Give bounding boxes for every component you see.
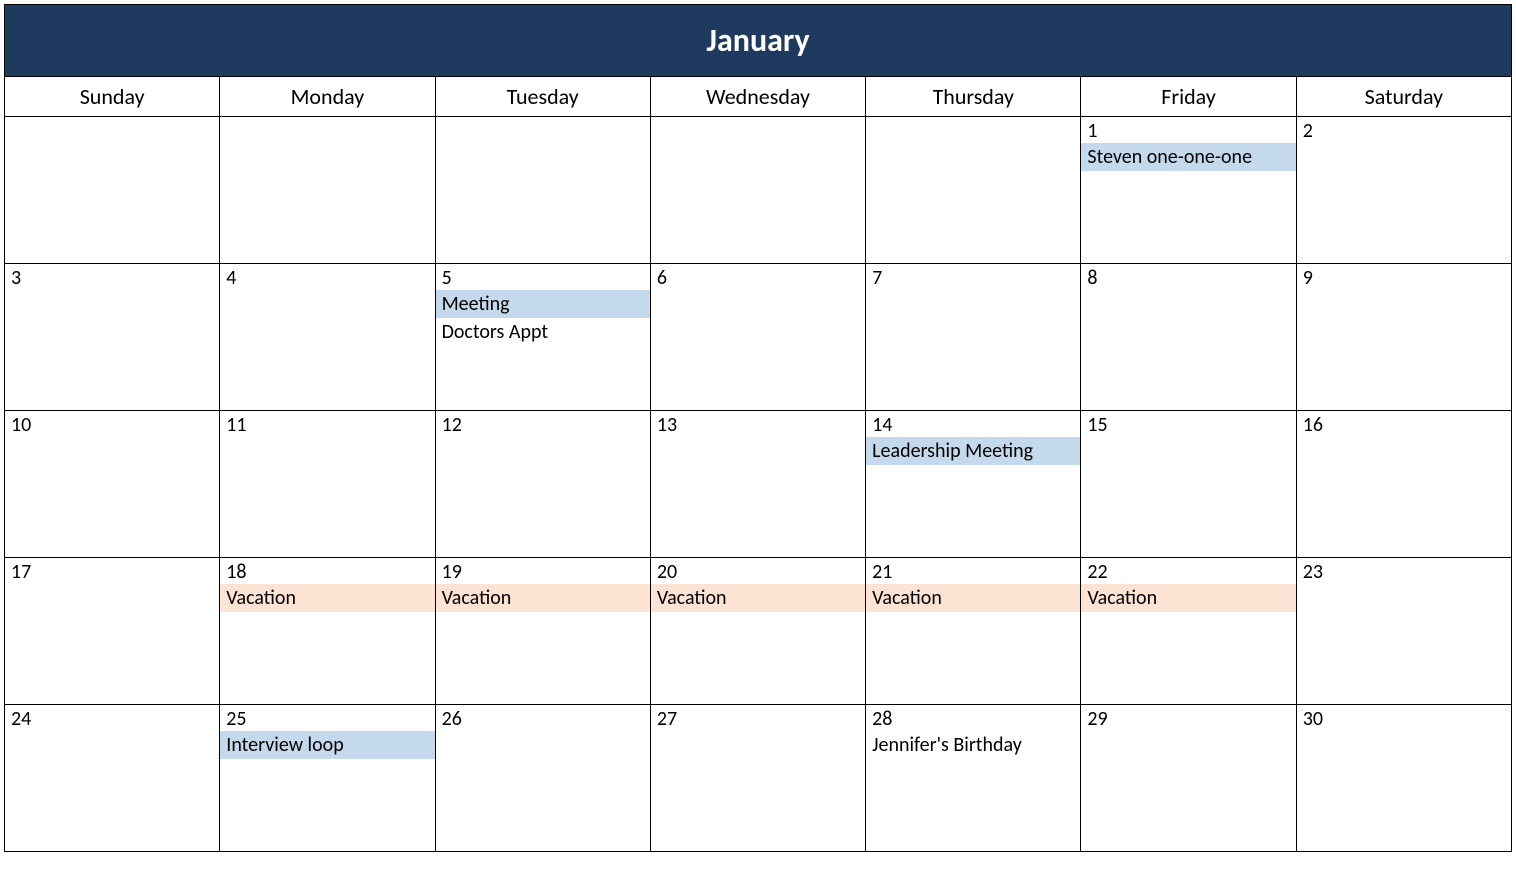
day-cell[interactable]: 2 bbox=[1296, 117, 1511, 264]
day-cell[interactable] bbox=[866, 117, 1081, 264]
day-cell[interactable]: 12 bbox=[435, 411, 650, 558]
day-cell[interactable]: 24 bbox=[5, 705, 220, 852]
day-cell[interactable]: 16 bbox=[1296, 411, 1511, 558]
day-number: 11 bbox=[220, 411, 434, 437]
day-number: 4 bbox=[220, 264, 434, 290]
day-header-sunday: Sunday bbox=[5, 77, 220, 117]
day-cell[interactable]: 15 bbox=[1081, 411, 1296, 558]
day-cell[interactable]: 18Vacation bbox=[220, 558, 435, 705]
day-cell[interactable]: 3 bbox=[5, 264, 220, 411]
day-cell[interactable]: 29 bbox=[1081, 705, 1296, 852]
day-cell[interactable]: 30 bbox=[1296, 705, 1511, 852]
day-cell[interactable]: 5MeetingDoctors Appt bbox=[435, 264, 650, 411]
calendar-event[interactable]: Doctors Appt bbox=[436, 318, 650, 346]
day-cell[interactable]: 28Jennifer's Birthday bbox=[866, 705, 1081, 852]
calendar-event[interactable]: Vacation bbox=[220, 584, 434, 612]
day-header-row: Sunday Monday Tuesday Wednesday Thursday… bbox=[5, 77, 1512, 117]
day-number: 3 bbox=[5, 264, 219, 290]
calendar-week-row: 1Steven one-one-one2 bbox=[5, 117, 1512, 264]
day-number: 27 bbox=[651, 705, 865, 731]
calendar-event[interactable]: Steven one-one-one bbox=[1081, 143, 1295, 171]
day-cell[interactable]: 23 bbox=[1296, 558, 1511, 705]
day-number: 30 bbox=[1297, 705, 1511, 731]
day-cell[interactable] bbox=[435, 117, 650, 264]
day-header-tuesday: Tuesday bbox=[435, 77, 650, 117]
day-number: 26 bbox=[436, 705, 650, 731]
day-header-thursday: Thursday bbox=[866, 77, 1081, 117]
day-number: 21 bbox=[866, 558, 1080, 584]
calendar-week-row: 345MeetingDoctors Appt6789 bbox=[5, 264, 1512, 411]
calendar-event[interactable]: Meeting bbox=[436, 290, 650, 318]
calendar-event[interactable]: Vacation bbox=[651, 584, 865, 612]
day-cell[interactable]: 8 bbox=[1081, 264, 1296, 411]
day-number: 16 bbox=[1297, 411, 1511, 437]
calendar-event[interactable]: Vacation bbox=[1081, 584, 1295, 612]
day-number: 13 bbox=[651, 411, 865, 437]
day-cell[interactable]: 7 bbox=[866, 264, 1081, 411]
day-cell[interactable]: 4 bbox=[220, 264, 435, 411]
day-number: 14 bbox=[866, 411, 1080, 437]
day-cell[interactable]: 21Vacation bbox=[866, 558, 1081, 705]
day-cell[interactable]: 27 bbox=[650, 705, 865, 852]
calendar-event[interactable]: Leadership Meeting bbox=[866, 437, 1080, 465]
day-cell[interactable]: 13 bbox=[650, 411, 865, 558]
calendar-event[interactable]: Jennifer's Birthday bbox=[866, 731, 1080, 759]
day-number: 18 bbox=[220, 558, 434, 584]
month-title: January bbox=[5, 5, 1512, 77]
day-cell[interactable]: 10 bbox=[5, 411, 220, 558]
day-cell[interactable]: 17 bbox=[5, 558, 220, 705]
day-cell[interactable]: 19Vacation bbox=[435, 558, 650, 705]
calendar-week-row: 1718Vacation19Vacation20Vacation21Vacati… bbox=[5, 558, 1512, 705]
day-cell[interactable]: 6 bbox=[650, 264, 865, 411]
day-cell[interactable]: 20Vacation bbox=[650, 558, 865, 705]
day-number: 10 bbox=[5, 411, 219, 437]
day-number: 6 bbox=[651, 264, 865, 290]
day-number: 7 bbox=[866, 264, 1080, 290]
day-cell[interactable]: 26 bbox=[435, 705, 650, 852]
calendar-table: January Sunday Monday Tuesday Wednesday … bbox=[4, 4, 1512, 852]
day-number: 17 bbox=[5, 558, 219, 584]
day-cell[interactable]: 11 bbox=[220, 411, 435, 558]
calendar-week-row: 1011121314Leadership Meeting1516 bbox=[5, 411, 1512, 558]
day-header-friday: Friday bbox=[1081, 77, 1296, 117]
calendar-event[interactable]: Vacation bbox=[866, 584, 1080, 612]
day-header-saturday: Saturday bbox=[1296, 77, 1511, 117]
day-number: 2 bbox=[1297, 117, 1511, 143]
calendar-body: 1Steven one-one-one2345MeetingDoctors Ap… bbox=[5, 117, 1512, 852]
calendar-event[interactable]: Interview loop bbox=[220, 731, 434, 759]
day-cell[interactable]: 22Vacation bbox=[1081, 558, 1296, 705]
day-cell[interactable] bbox=[650, 117, 865, 264]
day-cell[interactable] bbox=[220, 117, 435, 264]
day-cell[interactable]: 1Steven one-one-one bbox=[1081, 117, 1296, 264]
day-number: 12 bbox=[436, 411, 650, 437]
day-number: 19 bbox=[436, 558, 650, 584]
day-number: 23 bbox=[1297, 558, 1511, 584]
day-number: 25 bbox=[220, 705, 434, 731]
calendar-event[interactable]: Vacation bbox=[436, 584, 650, 612]
day-header-monday: Monday bbox=[220, 77, 435, 117]
day-cell[interactable]: 14Leadership Meeting bbox=[866, 411, 1081, 558]
calendar-week-row: 2425Interview loop262728Jennifer's Birth… bbox=[5, 705, 1512, 852]
day-number: 29 bbox=[1081, 705, 1295, 731]
day-number: 24 bbox=[5, 705, 219, 731]
day-number: 8 bbox=[1081, 264, 1295, 290]
day-cell[interactable]: 9 bbox=[1296, 264, 1511, 411]
day-header-wednesday: Wednesday bbox=[650, 77, 865, 117]
day-number: 15 bbox=[1081, 411, 1295, 437]
day-number: 20 bbox=[651, 558, 865, 584]
day-number: 28 bbox=[866, 705, 1080, 731]
day-number: 9 bbox=[1297, 264, 1511, 290]
day-number: 22 bbox=[1081, 558, 1295, 584]
day-number: 5 bbox=[436, 264, 650, 290]
day-cell[interactable]: 25Interview loop bbox=[220, 705, 435, 852]
day-number: 1 bbox=[1081, 117, 1295, 143]
day-cell[interactable] bbox=[5, 117, 220, 264]
